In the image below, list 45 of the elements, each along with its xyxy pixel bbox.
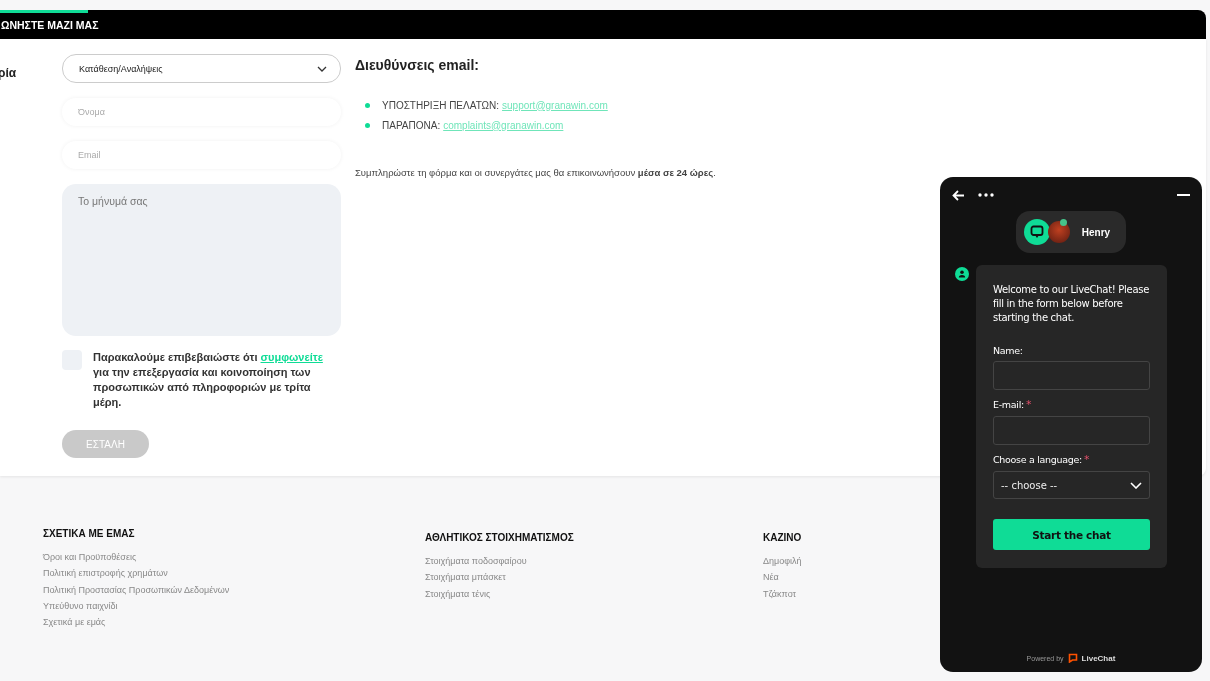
footer-heading: ΑΘΛΗΤΙΚΟΣ ΣΤΟΙΧΗΜΑΤΙΣΜΟΣ (425, 532, 575, 543)
footer-link[interactable]: Δημοφιλή (763, 553, 802, 570)
footer-link[interactable]: Πολιτική επιστροφής χρημάτων (43, 565, 425, 582)
section-title: ΩΝΗΣΤΕ ΜΑΖΙ ΜΑΣ (1, 18, 99, 31)
back-arrow-icon[interactable] (952, 189, 965, 201)
language-dropdown[interactable]: -- choose -- (993, 471, 1150, 499)
footer-heading: ΣΧΕΤΙΚΑ ΜΕ ΕΜΑΣ (43, 528, 136, 539)
footer-link[interactable]: Υπεύθυνο παιχνίδι (43, 597, 425, 615)
footer-link[interactable]: Στοιχήματα τένις (425, 585, 763, 602)
chevron-down-icon (1130, 481, 1142, 489)
bullet-icon (365, 122, 370, 128)
chat-bubble-icon (1023, 219, 1050, 245)
email-label: ΥΠΟΣΤΗΡΙΞΗ ΠΕΛΑΤΩΝ: (382, 99, 500, 111)
bullet-icon (365, 102, 370, 108)
footer-link[interactable]: Στοιχήματα μπάσκετ (425, 569, 763, 586)
start-chat-button[interactable]: Start the chat (993, 519, 1150, 550)
footer-link[interactable]: Τζάκποτ (763, 585, 802, 602)
name-field[interactable]: Όνομα (62, 98, 341, 126)
footer-link[interactable]: Νέα (763, 569, 802, 586)
email-label: ΠΑΡΑΠΟΝΑ: (382, 119, 441, 131)
field-label: Choose a language: * (993, 453, 1091, 466)
consent-text: Παρακαλούμε επιβεβαιώστε ότι συμφωνείτε για την επεξεργασία και κοινοποίηση των προσωπικών από πληροφοριών με τρίτα μέρη. (93, 350, 324, 410)
agent-name: Henry (1081, 226, 1111, 238)
livechat-logo-icon (1067, 653, 1078, 663)
chevron-down-icon (317, 65, 327, 72)
more-icon[interactable] (978, 193, 994, 197)
text-field[interactable] (993, 361, 1150, 390)
category-dropdown[interactable]: Κατάθεση/Αναλήψεις (62, 54, 341, 83)
footer-heading: ΚΑΖΙΝΟ (763, 532, 802, 543)
field-label: Name: (993, 345, 1024, 356)
welcome-message: Welcome to our LiveChat! Please fill in the form below before starting the chat. (993, 283, 1150, 325)
brand-name: LiveChat (1081, 653, 1116, 663)
consent-link[interactable]: συμφωνείτε (260, 351, 323, 363)
footer-link[interactable]: Όροι και Προϋποθέσεις (43, 549, 425, 566)
footer-link[interactable]: Στοιχήματα ποδοσφαίρου (425, 553, 763, 570)
footer-link[interactable]: Πολιτική Προστασίας Προσωπικών Δεδομένων (43, 581, 425, 598)
footer-link[interactable]: Σχετικά με εμάς (43, 614, 425, 631)
text-field[interactable] (993, 416, 1150, 445)
email-field[interactable]: Email (62, 141, 341, 169)
emails-heading: Διευθύνσεις email: (355, 57, 480, 73)
minimize-icon[interactable] (1177, 194, 1190, 196)
user-icon (955, 267, 969, 281)
message-field[interactable]: Το μήνυμά σας (62, 184, 341, 336)
field-label: E-mail: * (993, 398, 1033, 411)
response-note: Συμπληρώστε τη φόρμα και οι συνεργάτες μας θα επικοινωνήσουν μέσα σε 24 ώρες. (355, 167, 716, 178)
